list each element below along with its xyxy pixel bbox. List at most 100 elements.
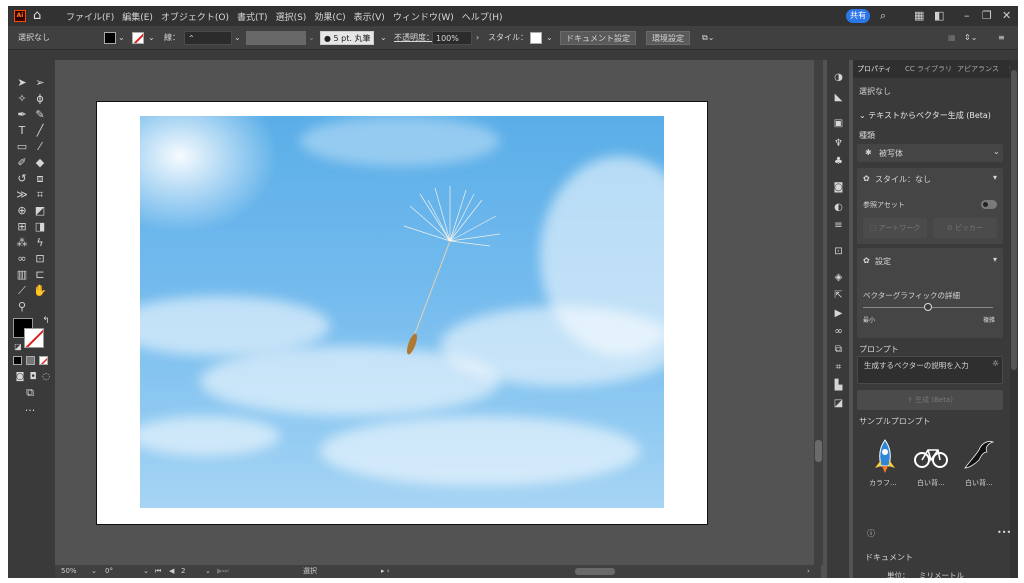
selection-tool-icon[interactable]: ➤ bbox=[14, 76, 30, 90]
transform-icon[interactable]: ⇕⌄ bbox=[964, 31, 977, 45]
hand-tool-icon[interactable]: ✋ bbox=[32, 284, 48, 298]
canvas-area[interactable] bbox=[55, 60, 821, 565]
menu-help[interactable]: ヘルプ(H) bbox=[462, 10, 503, 23]
swatches-icon[interactable]: ◣ bbox=[832, 92, 845, 104]
variable-width-profile[interactable] bbox=[246, 31, 306, 45]
pen-tool-icon[interactable]: ✒ bbox=[14, 108, 30, 122]
chevron-down-icon[interactable]: ⌄ bbox=[143, 566, 149, 577]
width-tool-icon[interactable]: ≫ bbox=[14, 188, 30, 202]
eraser-icon[interactable]: ◆ bbox=[32, 156, 48, 170]
panel-scroll-thumb[interactable] bbox=[1011, 70, 1017, 370]
brush-definition[interactable]: ● 5 pt. 丸筆 bbox=[320, 31, 375, 45]
unit-dropdown[interactable]: ミリメートル bbox=[919, 570, 964, 578]
first-artboard-icon[interactable]: ⏮ bbox=[155, 566, 161, 577]
settings-label[interactable]: 設定 bbox=[875, 256, 891, 267]
lasso-icon[interactable]: ϕ bbox=[32, 92, 48, 106]
menu-type[interactable]: 書式(T) bbox=[237, 10, 268, 23]
artboards-icon[interactable]: ⊡ bbox=[832, 246, 845, 258]
sky-dandelion-photo[interactable] bbox=[140, 116, 664, 508]
color-mode-icon[interactable] bbox=[13, 356, 22, 365]
arrange-icon[interactable]: ⧉⌄ bbox=[702, 31, 714, 45]
align-panel-icon[interactable]: ▙ bbox=[832, 380, 845, 392]
free-transform-icon[interactable]: ⌗ bbox=[32, 188, 48, 202]
tab-cc-libraries[interactable]: CC ライブラリ bbox=[905, 64, 952, 74]
sample-bird[interactable] bbox=[961, 438, 997, 474]
menu-select[interactable]: 選択(S) bbox=[276, 10, 307, 23]
share-button[interactable]: 共有 bbox=[846, 9, 870, 23]
artboard[interactable] bbox=[96, 101, 708, 525]
close-icon[interactable]: ✕ bbox=[1002, 8, 1011, 24]
vertical-scrollbar[interactable] bbox=[814, 60, 823, 565]
detail-slider-knob[interactable] bbox=[924, 303, 932, 311]
asset-export-icon[interactable]: ◪ bbox=[832, 398, 845, 410]
restore-icon[interactable]: ❐ bbox=[982, 8, 992, 24]
vertical-scroll-thumb[interactable] bbox=[815, 440, 822, 462]
gradient-tool-icon[interactable]: ⁂ bbox=[14, 236, 30, 250]
prompt-input[interactable]: 生成するベクターの説明を入力 ☼ bbox=[857, 356, 1003, 384]
tab-properties[interactable]: プロパティ bbox=[857, 64, 892, 74]
dropdown-arrow-icon[interactable]: ▾ bbox=[993, 255, 997, 264]
gradient-icon[interactable]: ◐ bbox=[832, 202, 845, 214]
type-tool-icon[interactable]: T bbox=[14, 124, 30, 138]
links-icon[interactable]: ∞ bbox=[832, 326, 845, 338]
arrange-documents-icon[interactable]: ◧ bbox=[934, 8, 944, 24]
artboard-tool-icon[interactable]: ⊏ bbox=[32, 268, 48, 282]
direct-selection-icon[interactable]: ➢ bbox=[32, 76, 48, 90]
menu-object[interactable]: オブジェクト(O) bbox=[161, 10, 229, 23]
preferences-button[interactable]: 環境設定 bbox=[646, 31, 690, 45]
chevron-right-icon[interactable]: › bbox=[807, 566, 810, 577]
paintbrush-icon[interactable]: ⁄ bbox=[32, 140, 48, 154]
blend-tool-icon[interactable]: ∞ bbox=[14, 252, 30, 266]
curvature-icon[interactable]: ✎ bbox=[32, 108, 48, 122]
info-icon[interactable]: ⓘ bbox=[867, 528, 875, 539]
fill-swatch[interactable] bbox=[104, 32, 116, 44]
draw-inside-icon[interactable]: ◌ bbox=[38, 370, 54, 384]
swap-colors-icon[interactable]: ↰ bbox=[38, 314, 54, 328]
minimize-icon[interactable]: – bbox=[964, 8, 970, 24]
style-value[interactable]: スタイル：なし bbox=[875, 174, 931, 185]
brushes-icon[interactable]: ♆ bbox=[832, 138, 845, 150]
previous-artboard-icon[interactable]: ◀ bbox=[169, 566, 174, 577]
document-setup-button[interactable]: ドキュメント設定 bbox=[560, 31, 636, 45]
artwork-button[interactable]: ⬚ アートワーク bbox=[863, 218, 927, 238]
opacity-label[interactable]: 不透明度： bbox=[394, 31, 434, 45]
color-guide-icon[interactable]: ◑ bbox=[832, 72, 845, 84]
menu-file[interactable]: ファイル(F) bbox=[66, 10, 114, 23]
chevron-down-icon[interactable]: ⌄ bbox=[546, 31, 553, 45]
chevron-down-icon[interactable]: ⌄ bbox=[205, 566, 211, 577]
align-icon[interactable]: ▦ bbox=[948, 31, 956, 45]
scale-tool-icon[interactable]: ⧈ bbox=[32, 172, 48, 186]
chevron-right-icon[interactable]: ▸ ‹ bbox=[381, 566, 390, 577]
symbols-icon[interactable]: ♣ bbox=[832, 156, 845, 168]
layers-icon[interactable]: ◈ bbox=[832, 272, 845, 284]
transform-panel-icon[interactable]: ⌗ bbox=[832, 362, 845, 374]
shaper-tool-icon[interactable]: ✐ bbox=[14, 156, 30, 170]
zoom-tool-icon[interactable]: ⚲ bbox=[14, 300, 30, 314]
chevron-down-icon[interactable]: ⌄ bbox=[234, 31, 241, 45]
rectangle-tool-icon[interactable]: ▭ bbox=[14, 140, 30, 154]
symbol-sprayer-icon[interactable]: ⊡ bbox=[32, 252, 48, 266]
next-artboard-icon[interactable]: ▶⏭ bbox=[217, 566, 229, 577]
transparency-icon[interactable]: ≡ bbox=[832, 220, 845, 232]
workspace-grid-icon[interactable]: ▦ bbox=[914, 8, 924, 24]
home-icon[interactable]: ⌂ bbox=[33, 8, 41, 24]
graph-tool-icon[interactable]: ▥ bbox=[14, 268, 30, 282]
dropdown-arrow-icon[interactable]: ▾ bbox=[993, 173, 997, 182]
panel-menu-icon[interactable]: ≡ bbox=[998, 31, 1005, 45]
magic-wand-icon[interactable]: ✧ bbox=[14, 92, 30, 106]
menu-view[interactable]: 表示(V) bbox=[354, 10, 385, 23]
rotate-tool-icon[interactable]: ↺ bbox=[14, 172, 30, 186]
pathfinder-icon[interactable]: ⧉ bbox=[832, 344, 845, 356]
chevron-down-icon[interactable]: ⌄ bbox=[308, 31, 315, 45]
image-trace-icon[interactable]: ▣ bbox=[832, 118, 845, 130]
stroke-color-box[interactable] bbox=[24, 328, 44, 348]
search-icon[interactable]: ⌕ bbox=[880, 8, 886, 24]
sample-bicycle[interactable] bbox=[913, 438, 949, 474]
type-dropdown[interactable]: ✱ 被写体 ⌄ bbox=[857, 144, 1003, 162]
stroke-swatch[interactable] bbox=[132, 32, 144, 44]
line-tool-icon[interactable]: ╱ bbox=[32, 124, 48, 138]
actions-icon[interactable]: ▶ bbox=[832, 308, 845, 320]
default-colors-icon[interactable]: ◪ bbox=[10, 340, 26, 354]
stroke-icon[interactable]: ◙ bbox=[832, 182, 845, 194]
chevron-down-icon[interactable]: ⌄ bbox=[148, 31, 155, 45]
